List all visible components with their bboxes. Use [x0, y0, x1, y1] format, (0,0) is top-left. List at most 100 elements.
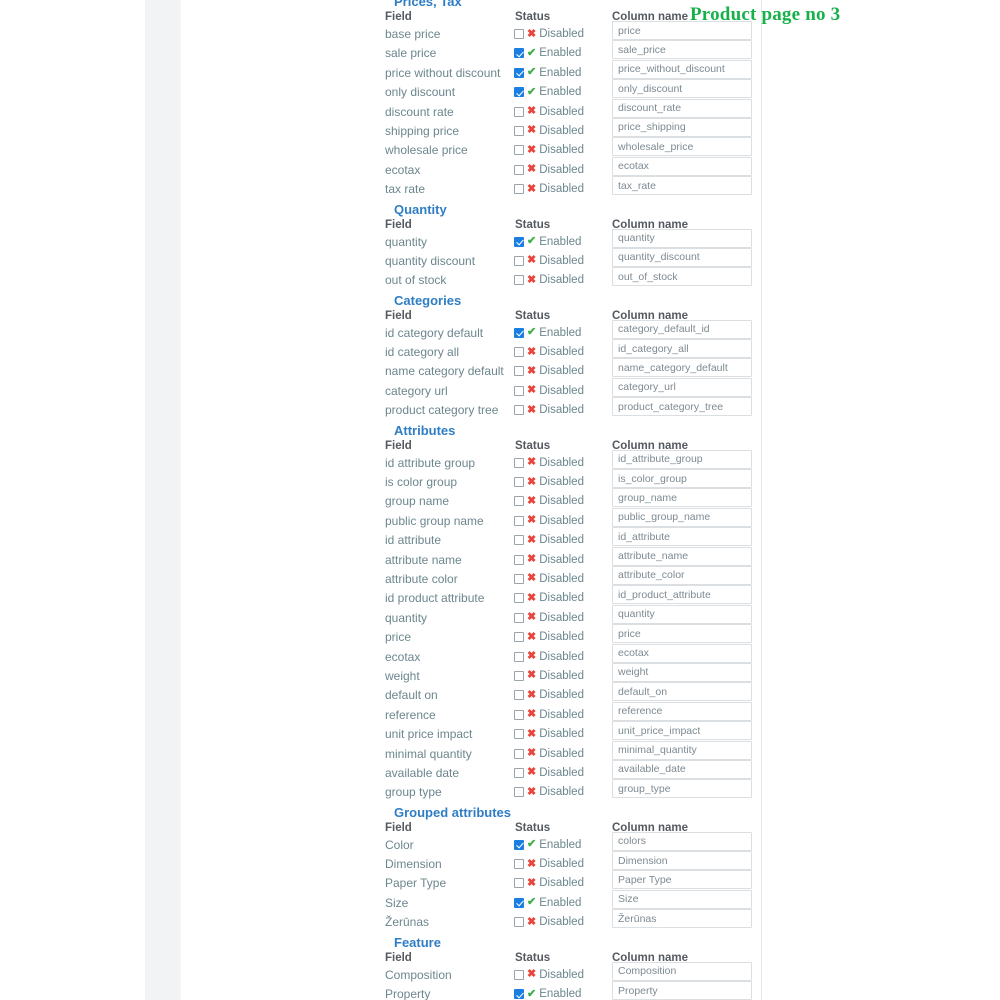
field-column-header: Field — [385, 309, 412, 322]
section-quantity: Quantity Field Status Column name quantity ✔ E… — [385, 202, 761, 293]
column-name-input[interactable] — [612, 40, 752, 60]
enable-field-checkbox[interactable] — [514, 573, 524, 584]
enable-field-checkbox[interactable] — [514, 106, 524, 117]
column-name-input[interactable] — [612, 377, 752, 397]
enable-field-checkbox[interactable] — [514, 554, 524, 565]
column-name-input[interactable] — [612, 624, 752, 644]
column-name-input[interactable] — [612, 117, 752, 137]
enable-field-checkbox[interactable] — [514, 347, 524, 358]
column-name-input[interactable] — [612, 79, 752, 99]
status-label: Disabled — [539, 183, 584, 196]
enable-field-checkbox[interactable] — [514, 48, 524, 59]
enable-field-checkbox[interactable] — [514, 612, 524, 623]
enable-field-checkbox[interactable] — [514, 917, 524, 928]
column-name-input[interactable] — [612, 247, 752, 267]
status-label: Disabled — [539, 514, 584, 527]
enable-field-checkbox[interactable] — [514, 515, 524, 526]
enable-field-checkbox[interactable] — [514, 405, 524, 416]
enable-field-checkbox[interactable] — [514, 184, 524, 195]
check-icon: ✔ — [527, 838, 537, 851]
column-name-input[interactable] — [612, 779, 752, 799]
column-name-input[interactable] — [612, 662, 752, 682]
field-column-header: Field — [385, 11, 412, 23]
column-name-input[interactable] — [612, 831, 752, 851]
column-name-input[interactable] — [612, 449, 752, 469]
enable-field-checkbox[interactable] — [514, 729, 524, 740]
enable-field-checkbox[interactable] — [514, 593, 524, 604]
enable-field-checkbox[interactable] — [514, 969, 524, 980]
enable-field-checkbox[interactable] — [514, 839, 524, 850]
enable-field-checkbox[interactable] — [514, 236, 524, 247]
column-name-input[interactable] — [612, 488, 752, 508]
cross-icon: ✖ — [527, 124, 537, 137]
enable-field-checkbox[interactable] — [514, 145, 524, 156]
column-name-input[interactable] — [612, 981, 752, 1000]
column-name-input[interactable] — [612, 397, 752, 417]
column-name-input[interactable] — [612, 961, 752, 981]
column-name-input[interactable] — [612, 339, 752, 359]
column-name-input[interactable] — [612, 740, 752, 760]
column-name-input[interactable] — [612, 507, 752, 527]
column-name-input[interactable] — [612, 851, 752, 871]
column-name-input[interactable] — [612, 870, 752, 890]
column-name-input[interactable] — [612, 176, 752, 196]
enable-field-checkbox[interactable] — [514, 859, 524, 870]
cross-icon: ✖ — [527, 747, 537, 759]
status-cell: ✖ Disabled — [514, 494, 584, 508]
column-name-input[interactable] — [612, 604, 752, 624]
enable-field-checkbox[interactable] — [514, 709, 524, 720]
enable-field-checkbox[interactable] — [514, 125, 524, 136]
enable-field-checkbox[interactable] — [514, 496, 524, 507]
section-title: Grouped attributes — [394, 804, 512, 820]
enable-field-checkbox[interactable] — [514, 767, 524, 778]
enable-field-checkbox[interactable] — [514, 878, 524, 889]
enable-field-checkbox[interactable] — [514, 164, 524, 175]
enable-field-checkbox[interactable] — [514, 651, 524, 662]
content-divider — [761, 0, 762, 1000]
column-name-input[interactable] — [612, 156, 752, 176]
enable-field-checkbox[interactable] — [514, 989, 524, 1000]
status-label: Disabled — [539, 144, 584, 157]
cross-icon: ✖ — [527, 766, 537, 779]
column-name-input[interactable] — [612, 527, 752, 547]
enable-field-checkbox[interactable] — [514, 457, 524, 468]
column-name-input[interactable] — [612, 889, 752, 909]
enable-field-checkbox[interactable] — [514, 67, 524, 78]
enable-field-checkbox[interactable] — [514, 87, 524, 98]
column-name-input[interactable] — [612, 546, 752, 566]
column-name-input[interactable] — [612, 909, 752, 929]
enable-field-checkbox[interactable] — [514, 275, 524, 286]
enable-field-checkbox[interactable] — [514, 535, 524, 546]
field-label: default on — [385, 688, 438, 703]
field-label: unit price impact — [385, 727, 473, 742]
column-name-input[interactable] — [612, 469, 752, 489]
column-name-input[interactable] — [612, 759, 752, 779]
enable-field-checkbox[interactable] — [514, 690, 524, 701]
column-name-input[interactable] — [612, 228, 752, 248]
column-name-input[interactable] — [612, 358, 752, 378]
enable-field-checkbox[interactable] — [514, 255, 524, 266]
enable-field-checkbox[interactable] — [514, 748, 524, 759]
column-name-input[interactable] — [612, 59, 752, 79]
column-name-input[interactable] — [612, 267, 752, 287]
column-name-input[interactable] — [612, 137, 752, 157]
column-name-input[interactable] — [612, 98, 752, 118]
enable-field-checkbox[interactable] — [514, 670, 524, 681]
column-name-input[interactable] — [612, 319, 752, 339]
enable-field-checkbox[interactable] — [514, 327, 524, 338]
enable-field-checkbox[interactable] — [514, 29, 524, 39]
cross-icon: ✖ — [527, 403, 537, 416]
column-name-input[interactable] — [612, 585, 752, 605]
enable-field-checkbox[interactable] — [514, 385, 524, 396]
column-name-input[interactable] — [612, 701, 752, 721]
enable-field-checkbox[interactable] — [514, 897, 524, 908]
field-row: product category tree ✖ Disabled — [385, 397, 761, 420]
column-name-input[interactable] — [612, 682, 752, 702]
enable-field-checkbox[interactable] — [514, 787, 524, 798]
column-name-input[interactable] — [612, 721, 752, 741]
enable-field-checkbox[interactable] — [514, 366, 524, 377]
enable-field-checkbox[interactable] — [514, 632, 524, 643]
enable-field-checkbox[interactable] — [514, 477, 524, 488]
column-name-input[interactable] — [612, 643, 752, 663]
column-name-input[interactable] — [612, 565, 752, 585]
